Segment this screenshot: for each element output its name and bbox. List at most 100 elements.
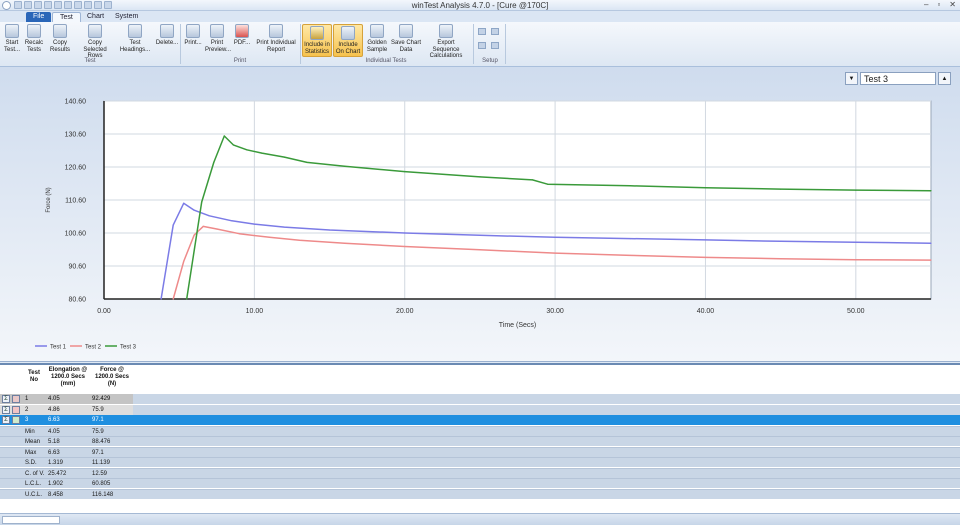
data-point — [202, 225, 204, 227]
cell-elongation: 4.05 — [48, 396, 60, 402]
cell-elongation: 1.319 — [48, 460, 64, 466]
y-tick-label: 110.60 — [65, 198, 86, 205]
maximize-button[interactable]: ▫ — [937, 0, 940, 9]
header-elongation[interactable]: Elongation @ 1200.0 Secs (mm) — [48, 367, 88, 388]
cell-elongation: 4.05 — [48, 428, 60, 435]
chart-panel: 0.00 10.00 20.00 30.00 40.00 50.00 80.60 90.60 1… — [0, 67, 960, 362]
minimize-button[interactable]: – — [924, 0, 928, 9]
data-point — [223, 135, 225, 137]
print-individual-report-button[interactable]: Print Individual Report — [255, 24, 297, 53]
test-selector-value[interactable]: Test 3 — [860, 71, 936, 85]
data-point — [253, 223, 255, 225]
data-point — [479, 234, 481, 236]
data-point — [780, 188, 782, 190]
y-axis-title: Force (N) — [46, 187, 52, 212]
data-point — [780, 258, 782, 260]
print-individual-report-label: Print Individual Report — [256, 40, 296, 53]
x-tick-label: 0.00 — [97, 308, 111, 315]
copy-results-label: Copy Results — [49, 40, 70, 53]
cell-force: 12.59 — [92, 470, 108, 477]
header-force[interactable]: Force @ 1200.0 Secs (N) — [92, 367, 132, 388]
close-button[interactable]: ✕ — [949, 0, 956, 9]
include-on-chart-label: Include On Chart — [335, 42, 361, 55]
golden-sample-button[interactable]: Golden Sample — [366, 24, 388, 53]
include-in-statistics-button[interactable]: Include in Statistics — [302, 24, 332, 57]
setup-tool-icon[interactable] — [491, 42, 499, 49]
status-bar — [0, 513, 960, 525]
data-point — [629, 254, 631, 257]
cell-stat-label: S.D. — [25, 460, 37, 466]
data-point — [629, 238, 631, 240]
cell-elongation: 6.63 — [48, 417, 60, 423]
data-point — [283, 156, 286, 158]
tab-test[interactable]: Test — [52, 12, 81, 22]
data-point — [193, 209, 195, 211]
data-point — [172, 224, 174, 226]
y-tick-label: 90.60 — [68, 264, 86, 271]
printer-icon — [186, 24, 200, 38]
save-chart-data-button[interactable]: Save Chart Data — [391, 24, 421, 53]
data-point — [554, 252, 556, 254]
print-preview-button[interactable]: Print Preview... — [205, 24, 231, 53]
recalc-tests-button[interactable]: Recalc Tests — [24, 24, 44, 53]
cell-stat-label: L.C.L. — [25, 481, 42, 487]
include-on-chart-button[interactable]: Include On Chart — [333, 24, 363, 57]
data-point — [183, 260, 185, 262]
tab-file[interactable]: File — [26, 12, 52, 22]
data-point — [855, 189, 857, 191]
copy-rows-icon — [88, 24, 102, 38]
test-headings-label: Test Headings... — [119, 40, 151, 53]
tab-system[interactable]: System — [108, 12, 145, 22]
copy-selected-rows-button[interactable]: Copy Selected Rows — [76, 24, 114, 60]
header-test-no[interactable]: Test No — [24, 370, 44, 384]
stats-row: U.C.L. 8.458 116.148 — [0, 488, 960, 499]
print-button[interactable]: Print... — [183, 24, 203, 47]
setup-tool-icon[interactable] — [478, 42, 486, 49]
delete-label: Delete... — [155, 40, 179, 46]
test-prev-button[interactable]: ▼ — [845, 71, 858, 85]
table-row[interactable]: Σ 1 4.05 92.429 — [0, 394, 960, 404]
test-next-button[interactable]: ▲ — [938, 71, 951, 85]
data-point — [186, 298, 188, 300]
include-statistics-icon[interactable]: Σ — [2, 405, 10, 414]
include-chart-icon[interactable] — [12, 405, 20, 414]
include-statistics-icon[interactable]: Σ — [2, 395, 10, 403]
data-point — [172, 298, 174, 300]
cell-force: 97.1 — [92, 449, 104, 456]
data-point — [479, 176, 481, 178]
cell-stat-label: Mean — [25, 439, 41, 445]
pdf-button[interactable]: PDF... — [232, 24, 252, 47]
stats-row: S.D. 1.319 11.139 — [0, 457, 960, 467]
data-point — [306, 161, 308, 163]
data-point — [208, 215, 210, 217]
setup-tool-icon[interactable] — [478, 28, 486, 35]
export-sequence-calculations-label: Export Sequence Calculations — [429, 40, 463, 59]
x-axis-title: Time (Secs) — [499, 322, 536, 329]
tab-chart[interactable]: Chart — [80, 12, 111, 22]
cell-stat-label: U.C.L. — [25, 491, 43, 498]
cell-force: 88.476 — [92, 439, 111, 445]
setup-tool-icon[interactable] — [491, 28, 499, 35]
data-point — [193, 234, 195, 236]
recalc-icon — [27, 24, 41, 38]
include-statistics-icon[interactable]: Σ — [2, 416, 10, 424]
test-headings-button[interactable]: Test Headings... — [118, 24, 152, 53]
delete-button[interactable]: Delete... — [155, 24, 179, 47]
include-chart-icon[interactable] — [12, 416, 20, 424]
y-tick-label: 100.60 — [65, 231, 87, 238]
table-row[interactable]: Σ 3 6.63 97.1 — [0, 415, 960, 425]
group-separator — [505, 24, 506, 64]
copy-results-icon — [53, 24, 67, 38]
cell-elongation: 6.63 — [48, 449, 60, 456]
include-chart-icon[interactable] — [12, 395, 20, 403]
data-point — [704, 187, 707, 189]
start-test-button[interactable]: Start Test... — [3, 24, 21, 53]
force-time-chart: 0.00 10.00 20.00 30.00 40.00 50.00 80.60 90.60 1… — [35, 99, 932, 351]
cell-force: 97.1 — [92, 417, 104, 423]
save-chart-icon — [399, 24, 413, 38]
cell-force: 75.9 — [92, 428, 104, 435]
copy-results-button[interactable]: Copy Results — [48, 24, 72, 53]
cell-force: 60.805 — [92, 481, 111, 487]
export-sequence-calculations-button[interactable]: Export Sequence Calculations — [423, 24, 469, 60]
table-row[interactable]: Σ 2 4.86 75.9 — [0, 404, 960, 415]
